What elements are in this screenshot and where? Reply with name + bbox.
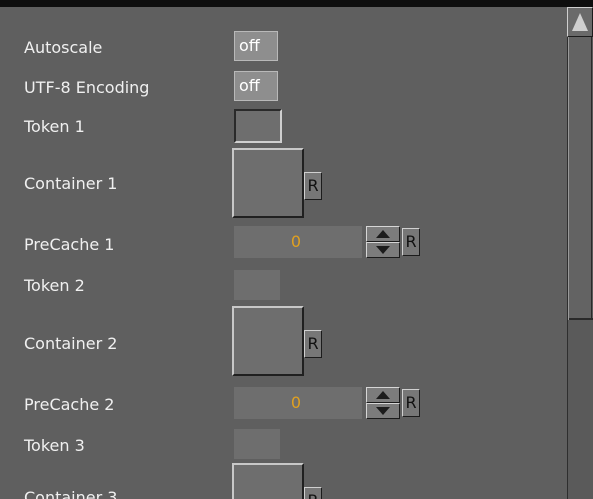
container-3-reset-button[interactable]: R [304, 487, 322, 499]
precache-2-spinner[interactable] [366, 387, 400, 419]
container-1-reset-button[interactable]: R [304, 172, 322, 200]
container-2-drop-target[interactable] [232, 306, 304, 376]
token-3-label: Token 3 [24, 436, 85, 455]
arrow-up-icon [376, 391, 390, 399]
container-2-reset-button[interactable]: R [304, 330, 322, 358]
container-3-label: Container 3 [24, 488, 118, 499]
properties-panel: Autoscale off UTF-8 Encoding off Token 1… [0, 0, 593, 499]
scrollbar-thumb[interactable] [568, 37, 593, 320]
token-1-field[interactable] [234, 109, 282, 143]
scroll-up-button[interactable] [567, 7, 593, 37]
arrow-up-icon [376, 230, 390, 238]
utf8-encoding-label: UTF-8 Encoding [24, 78, 150, 97]
token-1-label: Token 1 [24, 117, 85, 136]
spin-down-button[interactable] [366, 242, 400, 258]
precache-2-reset-button[interactable]: R [402, 389, 420, 417]
precache-1-input[interactable]: 0 [234, 226, 362, 258]
spin-up-button[interactable] [366, 387, 400, 403]
panel-top-border [0, 0, 593, 7]
precache-1-label: PreCache 1 [24, 235, 115, 254]
container-2-label: Container 2 [24, 334, 118, 353]
container-1-drop-target[interactable] [232, 148, 304, 218]
precache-2-input[interactable]: 0 [234, 387, 362, 419]
arrow-down-icon [376, 407, 390, 415]
container-1-label: Container 1 [24, 174, 118, 193]
precache-2-label: PreCache 2 [24, 395, 115, 414]
precache-1-spinner[interactable] [366, 226, 400, 258]
utf8-encoding-toggle[interactable]: off [234, 71, 278, 101]
token-3-field[interactable] [234, 429, 280, 459]
container-3-drop-target[interactable] [232, 463, 304, 499]
arrow-up-icon [572, 13, 588, 31]
spin-down-button[interactable] [366, 403, 400, 419]
token-2-field[interactable] [234, 270, 280, 300]
token-2-label: Token 2 [24, 276, 85, 295]
spin-up-button[interactable] [366, 226, 400, 242]
precache-1-reset-button[interactable]: R [402, 228, 420, 256]
arrow-down-icon [376, 246, 390, 254]
autoscale-label: Autoscale [24, 38, 103, 57]
autoscale-toggle[interactable]: off [234, 31, 278, 61]
